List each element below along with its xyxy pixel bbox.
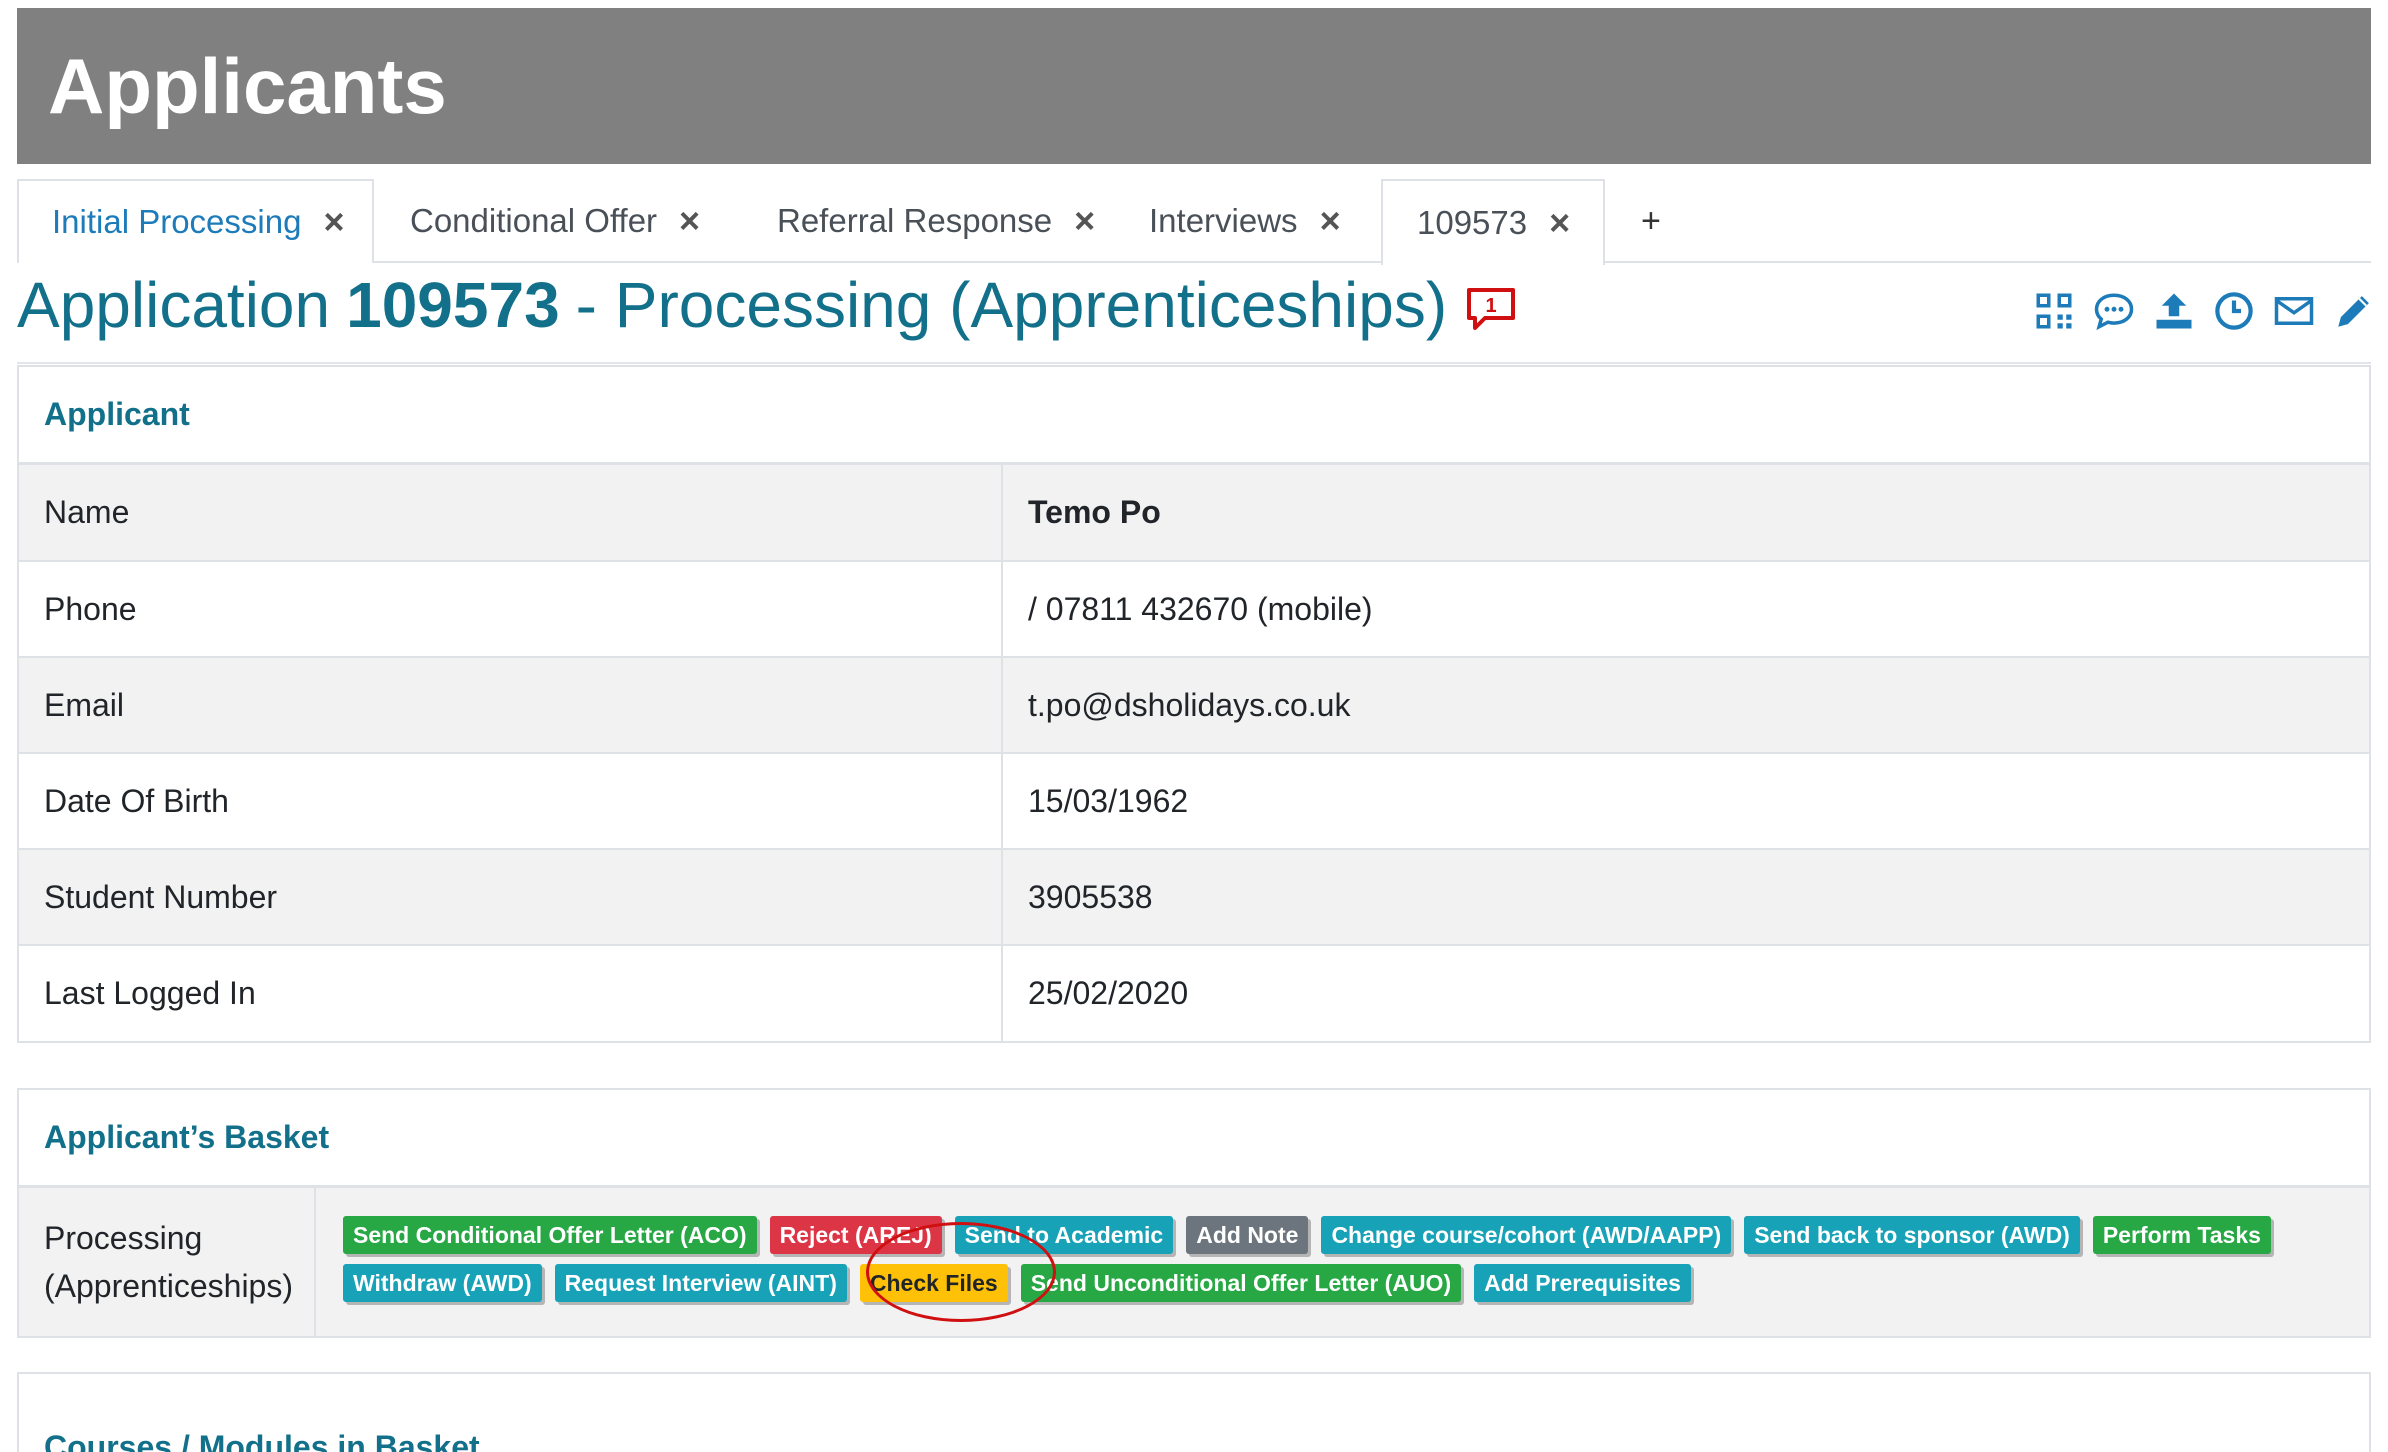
notification-comment-icon[interactable]: 1: [1465, 273, 1517, 330]
add-prerequisites-button[interactable]: Add Prerequisites: [1474, 1264, 1691, 1302]
page-title: Application 109573 - Processing (Apprent…: [17, 265, 1517, 345]
applicant-name: Temo Po: [1002, 465, 2369, 561]
table-row: Last Logged In 25/02/2020: [19, 944, 2369, 1041]
notification-count: 1: [1486, 295, 1497, 317]
close-icon[interactable]: ×: [679, 200, 700, 242]
tab-conditional-offer[interactable]: Conditional Offer ×: [410, 179, 700, 263]
field-label: Phone: [19, 560, 1003, 657]
request-interview-button[interactable]: Request Interview (AINT): [554, 1264, 847, 1302]
basket-row-label: Processing (Apprenticeships): [19, 1188, 316, 1336]
basket-heading: Applicant’s Basket: [19, 1090, 2369, 1188]
qr-code-icon[interactable]: [2032, 289, 2076, 333]
table-row: Student Number 3905538: [19, 848, 2369, 945]
basket-card: Applicant’s Basket Processing (Apprentic…: [17, 1088, 2371, 1338]
tab-referral-response[interactable]: Referral Response ×: [777, 179, 1095, 263]
withdraw-button[interactable]: Withdraw (AWD): [343, 1264, 542, 1302]
title-prefix: Application: [17, 269, 331, 341]
tab-label: Conditional Offer: [410, 202, 658, 239]
applicant-dob: 15/03/1962: [1002, 752, 2369, 849]
title-suffix: - Processing (Apprenticeships): [575, 269, 1448, 341]
record-toolbar: [2032, 286, 2376, 336]
send-back-to-sponsor-button[interactable]: Send back to sponsor (AWD): [1744, 1216, 2080, 1254]
applicant-email: t.po@dsholidays.co.uk: [1002, 656, 2369, 753]
tab-109573[interactable]: 109573 ×: [1381, 179, 1605, 265]
tab-initial-processing[interactable]: Initial Processing ×: [17, 179, 374, 263]
field-label: Email: [19, 656, 1003, 753]
table-row: Phone / 07811 432670 (mobile): [19, 560, 2369, 657]
tab-label: Initial Processing: [52, 203, 302, 240]
close-icon[interactable]: ×: [1320, 200, 1341, 242]
send-conditional-offer-button[interactable]: Send Conditional Offer Letter (ACO): [343, 1216, 757, 1254]
page-header: Applicants: [17, 8, 2371, 164]
title-divider: [17, 362, 2371, 364]
tab-label: Referral Response: [777, 202, 1053, 239]
upload-icon[interactable]: [2152, 289, 2196, 333]
comments-icon[interactable]: [2092, 289, 2136, 333]
field-label: Name: [19, 465, 1003, 561]
perform-tasks-button[interactable]: Perform Tasks: [2092, 1216, 2271, 1254]
header-title: Applicants: [48, 42, 447, 130]
add-tab-button[interactable]: +: [1641, 179, 1661, 263]
basket-row: Processing (Apprenticeships) Send Condit…: [19, 1188, 2369, 1336]
field-label: Last Logged In: [19, 944, 1003, 1041]
applicant-details-table: Name Temo Po Phone / 07811 432670 (mobil…: [19, 465, 2369, 1041]
close-icon[interactable]: ×: [1074, 200, 1095, 242]
tab-label: 109573: [1417, 204, 1528, 241]
applicants-page: Applicants Initial Processing × Conditio…: [0, 0, 2388, 1452]
tab-interviews[interactable]: Interviews ×: [1149, 179, 1341, 263]
basket-label-line: Processing: [44, 1220, 203, 1256]
student-number: 3905538: [1002, 848, 2369, 945]
add-note-button[interactable]: Add Note: [1186, 1216, 1309, 1254]
change-course-cohort-button[interactable]: Change course/cohort (AWD/AAPP): [1321, 1216, 1732, 1254]
reject-button[interactable]: Reject (AREJ): [769, 1216, 942, 1254]
table-row: Date Of Birth 15/03/1962: [19, 752, 2369, 849]
field-label: Date Of Birth: [19, 752, 1003, 849]
plus-icon: +: [1641, 201, 1661, 240]
close-icon[interactable]: ×: [1549, 202, 1570, 244]
applicant-phone: / 07811 432670 (mobile): [1002, 560, 2369, 657]
tab-bar: Initial Processing × Conditional Offer ×…: [17, 179, 2371, 265]
field-label: Student Number: [19, 848, 1003, 945]
tab-label: Interviews: [1149, 202, 1298, 239]
application-number: 109573: [346, 269, 560, 341]
last-logged-in: 25/02/2020: [1002, 944, 2369, 1041]
envelope-icon[interactable]: [2272, 289, 2316, 333]
check-files-button[interactable]: Check Files: [859, 1264, 1008, 1302]
basket-actions: Send Conditional Offer Letter (ACO) Reje…: [316, 1188, 2369, 1336]
pencil-icon[interactable]: [2332, 289, 2376, 333]
applicant-card: Applicant Name Temo Po Phone / 07811 432…: [17, 365, 2371, 1043]
clock-icon[interactable]: [2212, 289, 2256, 333]
applicant-heading: Applicant: [19, 367, 2369, 465]
basket-label-line: (Apprenticeships): [44, 1268, 293, 1304]
close-icon[interactable]: ×: [323, 201, 344, 243]
courses-heading: Courses / Modules in Basket: [19, 1374, 2369, 1452]
courses-heading-text: Courses / Modules in Basket: [44, 1429, 480, 1452]
send-to-academic-button[interactable]: Send to Academic: [954, 1216, 1174, 1254]
table-row: Name Temo Po: [19, 465, 2369, 561]
courses-card: Courses / Modules in Basket: [17, 1372, 2371, 1452]
send-unconditional-offer-button[interactable]: Send Unconditional Offer Letter (AUO): [1020, 1264, 1462, 1302]
table-row: Email t.po@dsholidays.co.uk: [19, 656, 2369, 753]
